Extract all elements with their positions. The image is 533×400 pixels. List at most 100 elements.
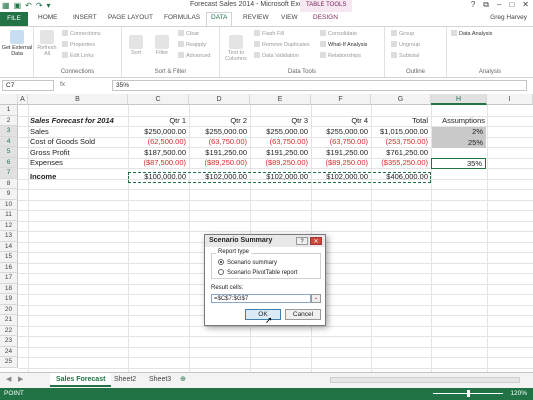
customize-qat-icon[interactable]: ▾ bbox=[47, 1, 51, 10]
row-header-17[interactable]: 17 bbox=[0, 273, 18, 284]
header-assumptions[interactable]: Assumptions bbox=[431, 116, 485, 127]
row-header-8[interactable]: 8 bbox=[0, 178, 18, 189]
user-name[interactable]: Greg Harvey bbox=[490, 14, 527, 21]
sheet-title[interactable]: Sales Forecast for 2014 bbox=[30, 116, 114, 127]
header-qtr3[interactable]: Qtr 3 bbox=[250, 116, 308, 127]
header-total[interactable]: Total bbox=[371, 116, 428, 127]
row-header-20[interactable]: 20 bbox=[0, 304, 18, 315]
row-header-18[interactable]: 18 bbox=[0, 283, 18, 294]
data-analysis-button[interactable]: Data Analysis bbox=[451, 30, 492, 37]
clear-button[interactable]: Clear bbox=[178, 30, 199, 37]
next-sheet-icon[interactable]: ▶ bbox=[18, 375, 23, 383]
cell-sales-q1[interactable]: $250,000.00 bbox=[128, 127, 186, 138]
filter-button[interactable]: Filter bbox=[152, 35, 172, 56]
undo-icon[interactable]: ↶ bbox=[25, 1, 32, 10]
properties-button[interactable]: Properties bbox=[62, 41, 95, 48]
cell-cogs-rate[interactable]: 25% bbox=[432, 137, 486, 148]
cell-sales-growth[interactable]: 2% bbox=[432, 127, 486, 138]
cell-gp-q1[interactable]: $187,500.00 bbox=[128, 148, 186, 159]
row-header-21[interactable]: 21 bbox=[0, 315, 18, 326]
tab-data[interactable]: DATA bbox=[206, 12, 233, 26]
cell-exp-q4[interactable]: ($89,250.00) bbox=[311, 158, 368, 169]
row-header-19[interactable]: 19 bbox=[0, 294, 18, 305]
tab-page-layout[interactable]: PAGE LAYOUT bbox=[108, 14, 153, 21]
cell-sales-q3[interactable]: $255,000.00 bbox=[250, 127, 308, 138]
zoom-slider[interactable] bbox=[433, 390, 503, 397]
sheet-tab-sheet2[interactable]: Sheet2 bbox=[108, 373, 142, 387]
data-validation-button[interactable]: Data Validation bbox=[254, 52, 299, 59]
column-header-h[interactable]: H bbox=[431, 94, 487, 105]
cell-cogs-q3[interactable]: (63,750.00) bbox=[250, 137, 308, 148]
header-qtr4[interactable]: Qtr 4 bbox=[311, 116, 368, 127]
tab-file[interactable]: FILE bbox=[0, 12, 28, 26]
save-icon[interactable]: ▣ bbox=[14, 1, 22, 10]
help-icon[interactable]: ? bbox=[471, 0, 475, 10]
zoom-knob[interactable] bbox=[467, 390, 470, 397]
dialog-help-icon[interactable]: ? bbox=[296, 237, 308, 245]
row-label-gross-profit[interactable]: Gross Profit bbox=[30, 148, 70, 159]
column-header-f[interactable]: F bbox=[311, 94, 371, 105]
radio-scenario-summary[interactable]: Scenario summary bbox=[218, 259, 277, 266]
consolidate-button[interactable]: Consolidate bbox=[320, 30, 357, 37]
column-header-a[interactable]: A bbox=[18, 94, 28, 105]
row-header-7[interactable]: 7 bbox=[0, 168, 18, 179]
row-header-3[interactable]: 3 bbox=[0, 126, 18, 137]
edit-links-button[interactable]: Edit Links bbox=[62, 52, 94, 59]
cell-exp-q3[interactable]: ($89,250.00) bbox=[250, 158, 308, 169]
cell-exp-q2[interactable]: ($89,250.00) bbox=[189, 158, 247, 169]
close-icon[interactable]: ✕ bbox=[522, 0, 529, 10]
tab-formulas[interactable]: FORMULAS bbox=[164, 14, 200, 21]
cell-cogs-q2[interactable]: (63,750.00) bbox=[189, 137, 247, 148]
collapse-dialog-icon[interactable]: ▪ bbox=[311, 294, 321, 303]
row-label-income[interactable]: Income bbox=[30, 172, 56, 183]
prev-sheet-icon[interactable]: ◀ bbox=[6, 375, 11, 383]
row-header-1[interactable]: 1 bbox=[0, 105, 18, 116]
cell-sales-total[interactable]: $1,015,000.00 bbox=[371, 127, 428, 138]
formula-input[interactable]: 35% bbox=[112, 80, 527, 91]
cell-exp-rate[interactable]: 35% bbox=[431, 158, 486, 169]
radio-scenario-pivot[interactable]: Scenario PivotTable report bbox=[218, 269, 297, 276]
flash-fill-button[interactable]: Flash Fill bbox=[254, 30, 284, 37]
cell-cogs-q1[interactable]: (62,500.00) bbox=[128, 137, 186, 148]
new-sheet-icon[interactable]: ⊕ bbox=[180, 375, 186, 383]
insert-function-icon[interactable]: fx bbox=[60, 81, 65, 88]
cell-sales-q4[interactable]: $255,000.00 bbox=[311, 127, 368, 138]
what-if-analysis-button[interactable]: What-If Analysis bbox=[320, 41, 367, 48]
row-label-sales[interactable]: Sales bbox=[30, 127, 49, 138]
text-to-columns-button[interactable]: Text to Columns bbox=[223, 35, 249, 62]
cell-exp-q1[interactable]: ($87,500.00) bbox=[128, 158, 186, 169]
remove-duplicates-button[interactable]: Remove Duplicates bbox=[254, 41, 310, 48]
header-qtr2[interactable]: Qtr 2 bbox=[189, 116, 247, 127]
row-header-15[interactable]: 15 bbox=[0, 252, 18, 263]
cell-gp-q3[interactable]: $191,250.00 bbox=[250, 148, 308, 159]
name-box[interactable]: C7 bbox=[2, 80, 54, 91]
horizontal-scrollbar[interactable] bbox=[330, 377, 520, 383]
tab-view[interactable]: VIEW bbox=[281, 14, 298, 21]
select-all-corner[interactable] bbox=[0, 94, 18, 105]
minimize-icon[interactable]: – bbox=[497, 0, 501, 10]
column-header-g[interactable]: G bbox=[371, 94, 431, 105]
refresh-all-button[interactable]: Refresh All bbox=[36, 30, 58, 57]
column-header-i[interactable]: I bbox=[487, 94, 533, 105]
sheet-tab-sales-forecast[interactable]: Sales Forecast bbox=[50, 373, 112, 387]
column-header-b[interactable]: B bbox=[28, 94, 128, 105]
tab-home[interactable]: HOME bbox=[38, 14, 58, 21]
row-header-11[interactable]: 11 bbox=[0, 210, 18, 221]
row-header-25[interactable]: 25 bbox=[0, 357, 18, 368]
column-header-d[interactable]: D bbox=[189, 94, 250, 105]
row-header-2[interactable]: 2 bbox=[0, 115, 18, 126]
group-button[interactable]: Group bbox=[391, 30, 414, 37]
advanced-button[interactable]: Advanced bbox=[178, 52, 210, 59]
header-qtr1[interactable]: Qtr 1 bbox=[128, 116, 186, 127]
cell-cogs-q4[interactable]: (63,750.00) bbox=[311, 137, 368, 148]
result-cells-input[interactable]: =$C$7:$G$7 bbox=[211, 294, 311, 303]
row-header-16[interactable]: 16 bbox=[0, 262, 18, 273]
tab-review[interactable]: REVIEW bbox=[243, 14, 269, 21]
row-header-10[interactable]: 10 bbox=[0, 199, 18, 210]
dialog-close-icon[interactable]: ✕ bbox=[310, 237, 322, 245]
row-header-23[interactable]: 23 bbox=[0, 336, 18, 347]
sheet-tab-sheet3[interactable]: Sheet3 bbox=[143, 373, 177, 387]
row-header-24[interactable]: 24 bbox=[0, 346, 18, 357]
zoom-level[interactable]: 120% bbox=[510, 390, 527, 397]
ok-button[interactable]: OK bbox=[245, 309, 281, 320]
